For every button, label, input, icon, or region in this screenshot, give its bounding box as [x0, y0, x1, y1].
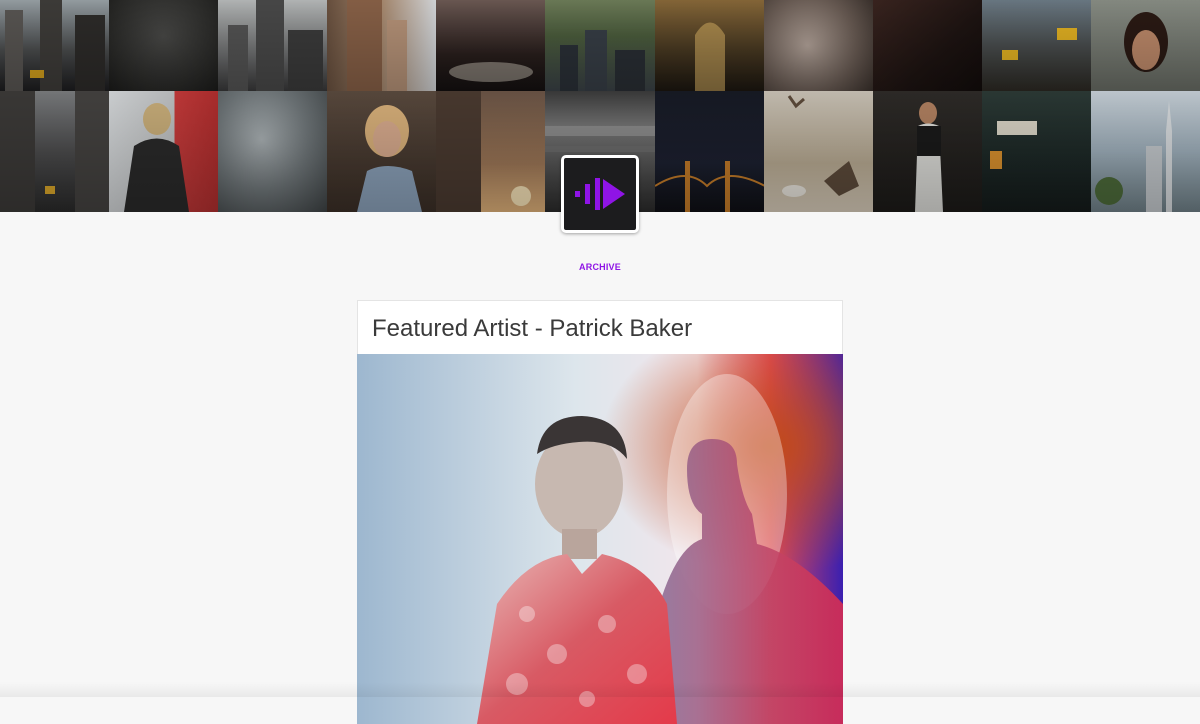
banner-tile: [763, 0, 873, 91]
banner-tile: [0, 0, 110, 91]
site-logo[interactable]: [561, 155, 639, 233]
banner-tile: [218, 0, 328, 91]
artist-portrait-photo[interactable]: [357, 354, 843, 724]
banner-tile: [1090, 0, 1200, 91]
banner-tile: [872, 0, 982, 91]
banner-tile: [872, 91, 982, 212]
post-card: Featured Artist - Patrick Baker: [357, 300, 843, 724]
archive-link[interactable]: ARCHIVE: [0, 262, 1200, 272]
banner-tile: [436, 0, 546, 91]
play-soundwave-icon: [575, 178, 625, 210]
banner-tile: [654, 91, 764, 212]
post-title[interactable]: Featured Artist - Patrick Baker: [358, 301, 842, 354]
banner-tile: [436, 91, 546, 212]
banner-tile: [981, 91, 1091, 212]
banner-tile: [327, 0, 437, 91]
banner-tile: [109, 91, 219, 212]
banner-tile: [218, 91, 328, 212]
banner-tile: [0, 91, 110, 212]
banner-tile: [109, 0, 219, 91]
banner-tile: [981, 0, 1091, 91]
banner-tile: [763, 91, 873, 212]
banner-tile: [654, 0, 764, 91]
banner-tile: [545, 0, 655, 91]
banner-tile: [327, 91, 437, 212]
banner-tile: [1090, 91, 1200, 212]
